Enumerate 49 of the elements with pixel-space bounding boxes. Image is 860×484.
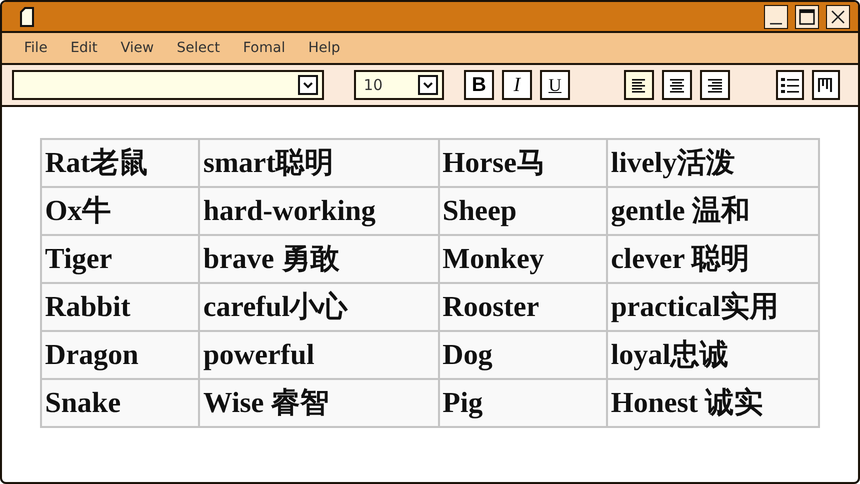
document-icon [19,6,35,26]
table-cell: powerful [199,331,438,379]
table-cell: Rat老鼠 [41,139,200,187]
table-cell: Snake [41,379,200,427]
table-cell: practical实用 [606,283,819,331]
maximize-button[interactable] [795,4,819,28]
table-cell: Ox牛 [41,187,200,235]
list-button[interactable] [776,70,804,100]
menu-item[interactable]: Select [176,40,220,56]
close-button[interactable] [826,4,850,28]
table-cell: clever 聪明 [606,235,819,283]
align-left-button[interactable] [624,70,654,100]
table-cell: Honest 诚实 [606,379,819,427]
table-cell: Wise 睿智 [199,379,438,427]
bold-button[interactable]: B [464,70,494,100]
table-cell: lively活泼 [606,139,819,187]
table-cell: careful小心 [199,283,438,331]
font-dropdown[interactable] [12,70,324,100]
minimize-icon [770,22,782,24]
table-cell: Dog [438,331,607,379]
table-cell: Tiger [41,235,200,283]
minimize-button[interactable] [764,4,788,28]
menu-item[interactable]: Edit [70,40,98,56]
table-cell: Rabbit [41,283,200,331]
caret-icon[interactable] [298,75,318,95]
underline-button[interactable]: U [540,70,570,100]
align-right-button[interactable] [700,70,730,100]
table-cell: Monkey [438,235,607,283]
table-cell: hard-working [199,187,438,235]
font-size-dropdown[interactable]: 10 [354,70,444,100]
table-cell: Horse马 [438,139,607,187]
table-cell: brave 勇敢 [199,235,438,283]
italic-button[interactable]: I [502,70,532,100]
menu-item[interactable]: File [24,40,48,56]
menu-item[interactable]: Help [308,40,340,56]
table-cell: Pig [438,379,607,427]
menu-item[interactable]: Fomal [243,40,286,56]
columns-button[interactable] [812,70,840,100]
table-cell: Rooster [438,283,607,331]
table-cell: Sheep [438,187,607,235]
font-size-value: 10 [364,76,383,94]
align-center-button[interactable] [662,70,692,100]
table-cell: loyal忠诚 [606,331,819,379]
table-cell: Dragon [41,331,200,379]
caret-icon[interactable] [418,75,438,95]
table-cell: gentle 温和 [606,187,819,235]
bullet-list-icon [778,75,801,95]
menu-item[interactable]: View [120,40,154,56]
table-cell: smart聪明 [199,139,438,187]
